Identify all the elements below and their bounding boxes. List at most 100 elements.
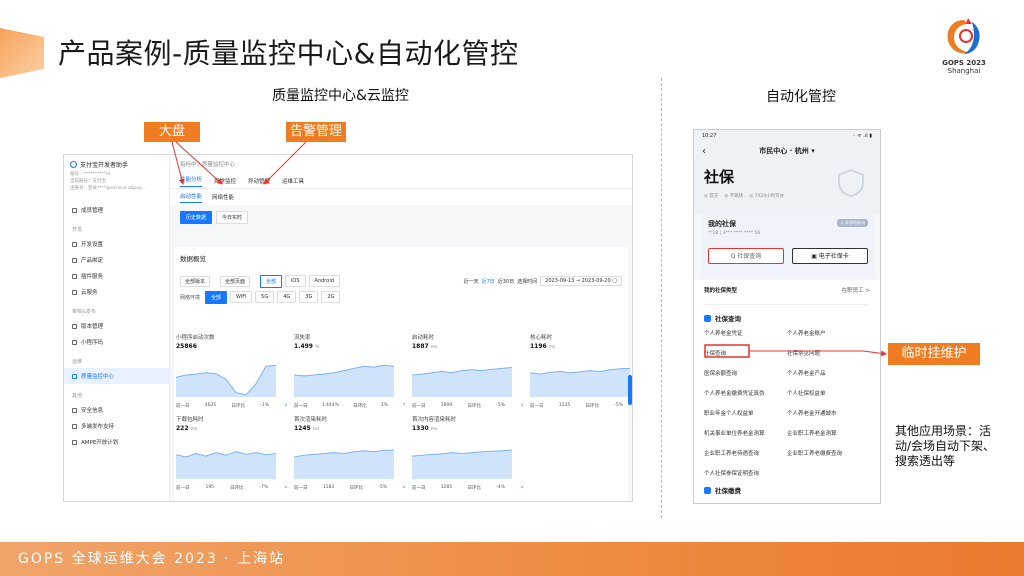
metric-card: 流失率 1.499 % 前一日 1.444% 日环比 1% ↑	[294, 333, 406, 411]
date-range-picker[interactable]: 2023-09-13 → 2023-09-20 ▢	[540, 276, 622, 286]
platform-all-button[interactable]: 全部	[260, 274, 283, 288]
service-item[interactable]: 个人养老金产品	[787, 369, 870, 377]
prev-day-value: 1135	[558, 403, 571, 408]
service-item[interactable]: 个人养老金缴费凭证真伪	[704, 389, 787, 397]
sparkline-area	[176, 365, 276, 397]
prev-day-label: 前一日	[412, 404, 426, 409]
title-accent-shape	[0, 28, 44, 78]
sidebar-item[interactable]: 产品绑定	[64, 252, 169, 268]
metric-footer: 前一日 195 日环比 -7% ↓	[176, 485, 288, 491]
metric-sparkline	[294, 449, 394, 479]
service-item[interactable]	[787, 469, 870, 477]
service-item-ss-query-highlighted[interactable]: 社保查询	[704, 349, 787, 357]
network-2g-button[interactable]: 2G	[321, 291, 341, 303]
service-item[interactable]: 个人社保权益单	[787, 389, 870, 397]
metric-unit: %	[315, 345, 320, 350]
account-meta-line: 主账号：登录****@service.alipay...	[70, 186, 146, 191]
e-social-card-button[interactable]: ▣ 电子社保卡	[792, 248, 868, 264]
ss-type-row[interactable]: 我的社保类型 在职员工 >	[704, 284, 870, 305]
social-security-query-button[interactable]: Q 社保查询	[708, 248, 784, 264]
sidebar-item[interactable]: 插件服务	[64, 268, 169, 284]
version-select[interactable]: 全部版本	[180, 275, 211, 287]
service-item[interactable]: 社保常见问题	[787, 349, 870, 357]
phone-hero: 社保 ◎ 官方 ◎ 不跳转 ◎ 7X24小时可办	[694, 160, 880, 215]
service-item[interactable]: 企业职工养老金测算	[787, 429, 870, 437]
service-item[interactable]: 企业职工养老待遇查询	[704, 449, 787, 457]
sidebar-item-label: 安全信息	[81, 408, 104, 414]
tab-performance[interactable]: 性能分析	[180, 175, 203, 187]
metric-title: 核心耗时	[530, 335, 553, 341]
metric-value-row: 1.499 %	[294, 343, 406, 350]
web-main: 指标中 / 质量监控中心 性能分析 异常监控 异动管理 运维工具 启动性能 网络…	[170, 155, 632, 501]
service-item[interactable]: 个人养老金账户	[787, 329, 870, 337]
metric-value-row: 1887 ms	[412, 343, 524, 350]
range-7d[interactable]: 近7日	[482, 278, 495, 285]
web-brand: 支付宝开发者助手	[64, 155, 169, 171]
service-item[interactable]: 职业年金个人权益单	[704, 409, 787, 417]
realtime-button[interactable]: 今日实时	[216, 211, 249, 224]
dod-value: -5%	[378, 485, 387, 490]
metric-value: 1196	[530, 343, 547, 350]
annotation-alert-management: 告警管理	[286, 122, 346, 142]
sidebar-item[interactable]: AMPE开放计划	[64, 434, 169, 450]
brand-logo-icon	[70, 161, 77, 168]
network-wifi-button[interactable]: WiFi	[230, 291, 253, 303]
network-4g-button[interactable]: 4G	[277, 291, 297, 303]
service-item[interactable]: 个人养老金凭证	[704, 329, 787, 337]
subtab-network[interactable]: 网络性能	[212, 193, 234, 201]
sidebar-item[interactable]: 版本管理	[64, 318, 169, 334]
platform-ios-button[interactable]: iOS	[285, 275, 306, 287]
tab-alert-management[interactable]: 异动管理	[248, 177, 270, 185]
city-selector[interactable]: 市民中心 · 杭州 ▾	[722, 146, 852, 156]
ss-type-label: 我的社保类型	[704, 288, 738, 294]
service-item[interactable]: 个人养老金开通城市	[787, 409, 870, 417]
sidebar-menu: 成员管理 开发 开发设置 产品绑定 插件服务 云服务 审核&发布 版本管理 小程序码 运维 质量监控…	[64, 192, 169, 450]
network-5g-button[interactable]: 5G	[255, 291, 275, 303]
service-item[interactable]: 个人社保参保证明查询	[704, 469, 787, 477]
sidebar-item[interactable]: 云服务	[64, 284, 169, 300]
prev-day-value: 1183	[322, 485, 335, 490]
tag-official: ◎ 官方	[704, 194, 719, 199]
subtab-startup[interactable]: 启动性能	[180, 192, 203, 203]
service-item[interactable]: 企业职工养老缴费查询	[787, 449, 870, 457]
devices-icon	[72, 423, 77, 429]
tag-24h: ◎ 7X24小时可办	[749, 194, 785, 199]
sidebar-item[interactable]: 多端发布支持	[64, 418, 169, 434]
trend-arrow-icon: ↓	[284, 403, 288, 408]
sparkline-area	[412, 367, 512, 397]
tab-ops-tools[interactable]: 运维工具	[282, 177, 304, 185]
tab-exception[interactable]: 异常监控	[214, 177, 236, 185]
sidebar-item[interactable]: 开发设置	[64, 236, 169, 252]
dod-label: 日环比	[231, 404, 245, 409]
history-data-button[interactable]: 历史数据	[180, 211, 213, 224]
metric-card: 下载包耗时 222 ms 前一日 195 日环比 -7% ↓	[176, 415, 288, 493]
network-3g-button[interactable]: 3G	[299, 291, 319, 303]
dod-label: 日环比	[353, 404, 367, 409]
range-1d[interactable]: 近一天	[464, 278, 479, 285]
sidebar-item[interactable]: 小程序码	[64, 334, 169, 350]
platform-android-button[interactable]: Android	[308, 275, 340, 287]
trend-arrow-icon: ↓	[520, 485, 524, 490]
status-time: 10:27	[702, 133, 717, 139]
back-icon[interactable]: ‹	[702, 146, 722, 157]
breadcrumb: 指标中 / 质量监控中心	[170, 155, 632, 173]
prev-day-label: 前一日	[530, 404, 544, 409]
service-item[interactable]: 机关事业单位养老金测算	[704, 429, 787, 437]
brand-name: 支付宝开发者助手	[80, 162, 129, 169]
section-header-query: 社保查询	[704, 313, 870, 323]
slide-title: 产品案例-质量监控中心&自动化管控	[58, 37, 519, 70]
scrollbar-handle[interactable]	[628, 375, 632, 405]
annotation-temp-maintenance: 临时挂维护	[888, 343, 980, 365]
service-item[interactable]: 医保余额查询	[704, 369, 787, 377]
sidebar-item[interactable]: 安全信息	[64, 402, 169, 418]
network-all-button[interactable]: 全部	[205, 290, 228, 304]
page-select[interactable]: 全部页面	[220, 275, 251, 287]
metric-sparkline	[412, 449, 512, 479]
annotation-dapan: 大盘	[144, 122, 200, 142]
dod-label: 日环比	[585, 404, 599, 409]
sidebar-item[interactable]: 成员管理	[64, 202, 169, 218]
date-to: 2023-09-20	[581, 278, 611, 284]
link-icon	[72, 257, 77, 263]
sidebar-item[interactable]: 质量监控中心	[64, 368, 169, 384]
range-30d[interactable]: 近30日	[498, 278, 514, 285]
